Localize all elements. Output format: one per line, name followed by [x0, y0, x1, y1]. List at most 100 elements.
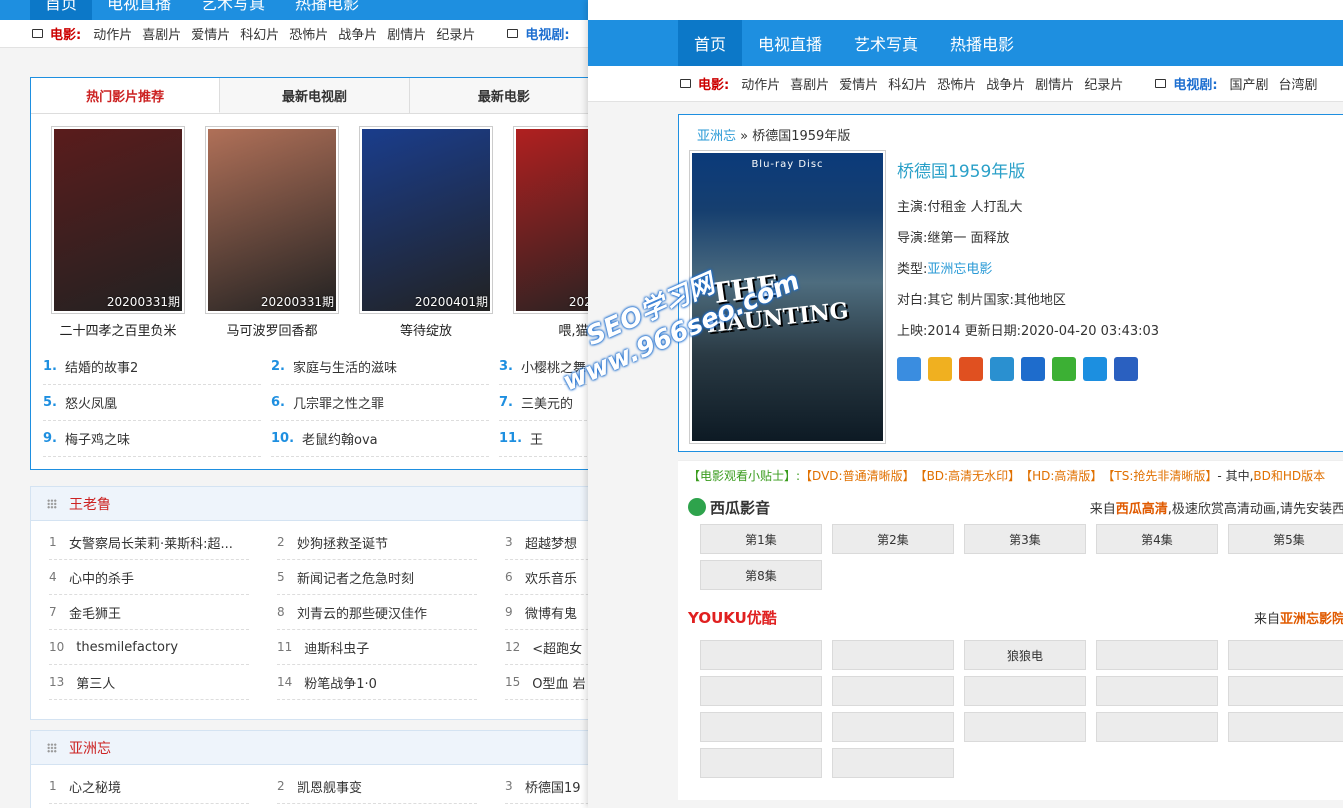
rank-item[interactable]: 11. 王 [499, 421, 588, 457]
cat-mainland-tv[interactable]: 国产剧 [1230, 74, 1269, 93]
poster-image[interactable] [362, 129, 490, 311]
cat-drama[interactable]: 剧情片 [387, 24, 426, 43]
renren-icon[interactable] [1021, 357, 1045, 381]
episode-button[interactable] [700, 712, 822, 742]
list-item[interactable]: 10 thesmilefactory [49, 630, 249, 665]
list-item[interactable]: 3 桥德国19 [505, 769, 588, 804]
nav-tv-live[interactable]: 电视直播 [92, 0, 186, 20]
episode-button[interactable] [964, 712, 1086, 742]
episode-button[interactable] [1096, 712, 1218, 742]
type-link[interactable]: 亚洲忘电影 [927, 262, 992, 277]
movie-cover[interactable]: Blu-ray Disc THE HAUNTING [689, 150, 886, 444]
poster-title[interactable]: 马可波罗回香都 [205, 320, 339, 339]
episode-button[interactable] [832, 748, 954, 778]
rank-item[interactable]: 3. 小樱桃之舞 [499, 349, 588, 385]
cat-drama[interactable]: 剧情片 [1035, 74, 1074, 93]
tieba-icon[interactable] [1114, 357, 1138, 381]
cat-comedy[interactable]: 喜剧片 [142, 24, 181, 43]
tab-hot-movies[interactable]: 热门影片推荐 [31, 78, 221, 113]
list-item[interactable]: 15 O型血 岩 [505, 665, 588, 700]
episode-button[interactable]: 第3集 [964, 524, 1086, 554]
list-item[interactable]: 4 心中的杀手 [49, 560, 249, 595]
episode-button[interactable]: 第1集 [700, 524, 822, 554]
weibo-icon[interactable] [959, 357, 983, 381]
cat-action[interactable]: 动作片 [741, 74, 780, 93]
poster-card[interactable]: 20200331期 喂,猫边 [513, 126, 588, 339]
qq-icon[interactable] [1083, 357, 1107, 381]
episode-button[interactable] [700, 676, 822, 706]
poster-card[interactable]: 20200401期 等待绽放 [359, 126, 493, 339]
poster-title[interactable]: 喂,猫边 [513, 320, 588, 339]
cat-scifi[interactable]: 科幻片 [240, 24, 279, 43]
breadcrumb-home[interactable]: 亚洲忘 [697, 129, 736, 144]
poster-card[interactable]: 20200331期 二十四孝之百里负米 [51, 126, 185, 339]
list-item[interactable]: 5 新闻记者之危急时刻 [277, 560, 477, 595]
cat-romance[interactable]: 爱情片 [839, 74, 878, 93]
plus-icon[interactable] [897, 357, 921, 381]
cat-scifi[interactable]: 科幻片 [888, 74, 927, 93]
tab-latest-movies[interactable]: 最新电影 [409, 78, 588, 113]
list-item[interactable]: 2 凯恩舰事变 [277, 769, 477, 804]
episode-button[interactable] [832, 712, 954, 742]
episode-button[interactable] [1096, 640, 1218, 670]
section-title[interactable]: 亚洲忘 [69, 738, 111, 758]
episode-button[interactable] [1096, 676, 1218, 706]
list-item[interactable]: 1 心之秘境 [49, 769, 249, 804]
nav-art-photo[interactable]: 艺术写真 [838, 20, 934, 66]
cat-war[interactable]: 战争片 [986, 74, 1025, 93]
nav-home[interactable]: 首页 [678, 20, 743, 66]
tencent-weibo-icon[interactable] [990, 357, 1014, 381]
nav-hot-movies[interactable]: 热播电影 [280, 0, 374, 20]
episode-button[interactable] [700, 640, 822, 670]
episode-button[interactable]: 第8集 [700, 560, 822, 590]
nav-home[interactable]: 首页 [30, 0, 93, 20]
list-item[interactable]: 14 粉笔战争1·0 [277, 665, 477, 700]
episode-button[interactable] [832, 676, 954, 706]
episode-button[interactable] [964, 676, 1086, 706]
list-item[interactable]: 2 妙狗拯救圣诞节 [277, 525, 477, 560]
list-item[interactable]: 13 第三人 [49, 665, 249, 700]
poster-title[interactable]: 等待绽放 [359, 320, 493, 339]
episode-button[interactable] [700, 748, 822, 778]
episode-button[interactable] [832, 640, 954, 670]
rank-item[interactable]: 2. 家庭与生活的滋味 [271, 349, 489, 385]
nav-tv-live[interactable]: 电视直播 [742, 20, 838, 66]
rank-item[interactable]: 7. 三美元的 [499, 385, 588, 421]
rank-item[interactable]: 5. 怒火凤凰 [43, 385, 261, 421]
cat-horror[interactable]: 恐怖片 [937, 74, 976, 93]
wechat-icon[interactable] [1052, 357, 1076, 381]
tab-latest-tv[interactable]: 最新电视剧 [220, 78, 410, 113]
rank-item[interactable]: 9. 梅子鸡之味 [43, 421, 261, 457]
nav-art-photo[interactable]: 艺术写真 [186, 0, 280, 20]
list-item[interactable]: 6 欢乐音乐 [505, 560, 588, 595]
nav-hot-movies[interactable]: 热播电影 [934, 20, 1030, 66]
poster-image[interactable] [516, 129, 588, 311]
section-title[interactable]: 王老鲁 [69, 494, 111, 514]
list-item[interactable]: 1 女警察局长茉莉·莱斯科:超... [49, 525, 249, 560]
poster-card[interactable]: 20200331期 马可波罗回香都 [205, 126, 339, 339]
cat-documentary[interactable]: 纪录片 [436, 24, 475, 43]
list-item[interactable]: 7 金毛狮王 [49, 595, 249, 630]
episode-button[interactable]: 第5集 [1228, 524, 1343, 554]
cat-action[interactable]: 动作片 [93, 24, 132, 43]
list-item[interactable]: 3 超越梦想 [505, 525, 588, 560]
cat-taiwan-tv[interactable]: 台湾剧 [1279, 74, 1318, 93]
list-item[interactable]: 11 迪斯科虫子 [277, 630, 477, 665]
cat-romance[interactable]: 爱情片 [191, 24, 230, 43]
episode-button[interactable] [1228, 676, 1343, 706]
list-item[interactable]: 8 刘青云的那些硬汉佳作 [277, 595, 477, 630]
episode-button[interactable]: 第4集 [1096, 524, 1218, 554]
cat-documentary[interactable]: 纪录片 [1084, 74, 1123, 93]
episode-button[interactable]: 第2集 [832, 524, 954, 554]
rank-item[interactable]: 1. 结婚的故事2 [43, 349, 261, 385]
cat-horror[interactable]: 恐怖片 [289, 24, 328, 43]
poster-title[interactable]: 二十四孝之百里负米 [51, 320, 185, 339]
poster-image[interactable] [54, 129, 182, 311]
episode-button[interactable] [1228, 712, 1343, 742]
poster-image[interactable] [208, 129, 336, 311]
list-item[interactable]: 9 微博有鬼 [505, 595, 588, 630]
episode-button[interactable]: 狼狼电 [964, 640, 1086, 670]
star-icon[interactable] [928, 357, 952, 381]
episode-button[interactable] [1228, 640, 1343, 670]
rank-item[interactable]: 6. 几宗罪之性之罪 [271, 385, 489, 421]
